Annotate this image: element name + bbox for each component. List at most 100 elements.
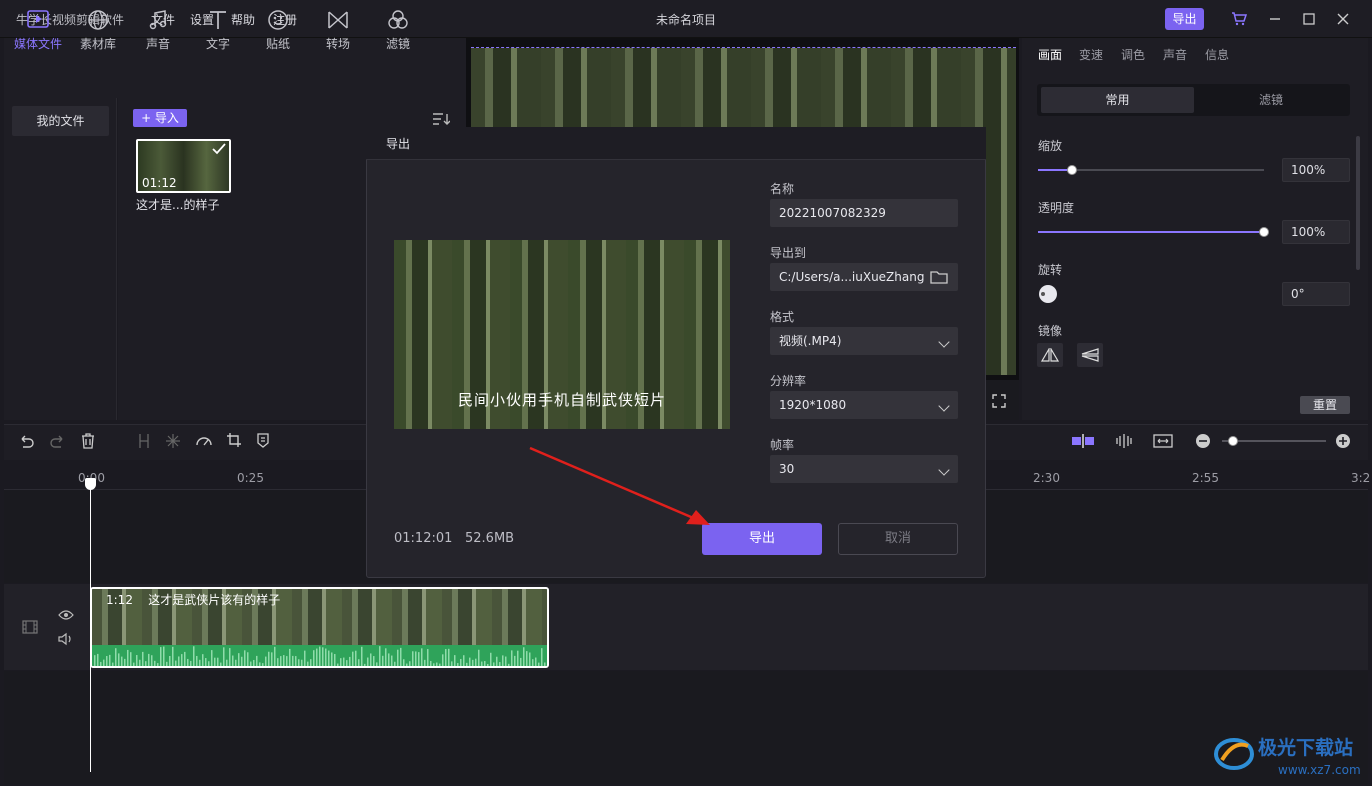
- fps-select[interactable]: 30: [770, 455, 958, 483]
- tab-speed[interactable]: 变速: [1079, 46, 1103, 63]
- volume-icon[interactable]: [58, 632, 74, 649]
- tool-audio[interactable]: 声音: [133, 9, 183, 55]
- thumbnail-name: 这才是...的样子: [136, 198, 220, 212]
- clip-duration: 1:12: [106, 593, 133, 607]
- eye-icon[interactable]: [58, 609, 74, 624]
- path-field[interactable]: C:/Users/a...iuXueZhang: [770, 263, 958, 291]
- tool-filter-label: 滤镜: [385, 37, 410, 51]
- path-value: C:/Users/a...iuXueZhang: [779, 270, 925, 284]
- dialog-title: 导出: [386, 137, 411, 151]
- preview-subtitle: 民间小伙用手机自制武侠短片: [457, 391, 666, 409]
- tool-media-label: 媒体文件: [13, 37, 62, 51]
- dialog-preview: 民间小伙用手机自制武侠短片: [394, 240, 730, 429]
- speed-icon[interactable]: [195, 432, 213, 451]
- fps-value: 30: [779, 462, 795, 476]
- svg-text:极光下载站: 极光下载站: [1258, 736, 1353, 759]
- import-button[interactable]: + 导入: [133, 109, 187, 127]
- resolution-label: 分辨率: [770, 374, 807, 388]
- tool-transition[interactable]: 转场: [313, 9, 363, 55]
- tick-label: 2:55: [1192, 471, 1219, 485]
- folder-icon[interactable]: [930, 269, 948, 284]
- rotate-dial[interactable]: [1038, 284, 1058, 307]
- export-button-top[interactable]: 导出: [1165, 8, 1204, 30]
- name-label: 名称: [770, 182, 795, 196]
- zoom-out-icon[interactable]: [1195, 433, 1211, 452]
- mirror-vertical-icon[interactable]: [1077, 343, 1103, 367]
- opacity-slider[interactable]: [1038, 227, 1269, 237]
- segment-filter[interactable]: 滤镜: [1196, 87, 1346, 113]
- filter-icon: [388, 10, 408, 29]
- resolution-value: 1920*1080: [779, 398, 847, 412]
- tool-library[interactable]: 素材库: [73, 9, 123, 55]
- tab-color[interactable]: 调色: [1121, 46, 1145, 63]
- annotation-arrow: [529, 446, 710, 525]
- snap-icon[interactable]: [1071, 433, 1095, 452]
- segment-common[interactable]: 常用: [1041, 87, 1194, 113]
- redo-icon[interactable]: [50, 433, 66, 452]
- undo-icon[interactable]: [18, 433, 34, 452]
- scale-slider[interactable]: [1038, 165, 1264, 175]
- tool-library-label: 素材库: [79, 37, 116, 51]
- delete-icon[interactable]: [80, 432, 96, 452]
- maximize-icon[interactable]: [1298, 8, 1320, 30]
- playhead[interactable]: [90, 480, 91, 772]
- panel-scrollbar[interactable]: [1356, 136, 1360, 270]
- site-watermark: 极光下载站 www.xz7.com: [1212, 730, 1362, 780]
- folder-panel: [4, 98, 117, 420]
- freeze-icon[interactable]: [165, 433, 181, 452]
- dialog-header: [366, 127, 986, 160]
- minimize-icon[interactable]: [1264, 8, 1286, 30]
- format-value: 视频(.MP4): [779, 334, 842, 348]
- text-icon: [210, 11, 226, 29]
- tool-media[interactable]: 媒体文件: [13, 9, 63, 55]
- rotate-value[interactable]: 0°: [1282, 282, 1350, 306]
- marker-icon[interactable]: [256, 432, 270, 451]
- tool-filter[interactable]: 滤镜: [373, 9, 423, 55]
- tab-audio[interactable]: 声音: [1163, 46, 1187, 63]
- my-files-item[interactable]: 我的文件: [12, 106, 109, 136]
- empty-track-lower: [4, 671, 1368, 784]
- zoom-in-icon[interactable]: [1335, 433, 1351, 452]
- cancel-button[interactable]: 取消: [838, 523, 958, 555]
- fullscreen-icon[interactable]: [992, 394, 1006, 411]
- tool-sticker[interactable]: 贴纸: [253, 9, 303, 55]
- export-size: 52.6MB: [465, 531, 515, 546]
- scale-label: 缩放: [1038, 139, 1063, 153]
- playhead-handle[interactable]: [85, 478, 96, 490]
- zoom-slider[interactable]: [1222, 436, 1326, 446]
- transition-icon: [328, 11, 348, 29]
- opacity-value[interactable]: 100%: [1282, 220, 1350, 244]
- format-select[interactable]: 视频(.MP4): [770, 327, 958, 355]
- fps-label: 帧率: [770, 438, 795, 452]
- tool-text[interactable]: 文字: [193, 9, 243, 55]
- close-icon[interactable]: [1332, 8, 1354, 30]
- cart-icon[interactable]: [1228, 8, 1250, 30]
- export-button[interactable]: 导出: [702, 523, 822, 555]
- mirror-horizontal-icon[interactable]: [1037, 343, 1063, 367]
- timeline-clip[interactable]: 1:12 这才是武侠片该有的样子: [90, 587, 549, 668]
- name-field[interactable]: 20221007082329: [770, 199, 958, 227]
- reset-button[interactable]: 重置: [1300, 396, 1350, 414]
- thumbnail-duration: 01:12: [142, 176, 177, 190]
- tick-label: 0:25: [237, 471, 264, 485]
- tab-picture[interactable]: 画面: [1038, 46, 1062, 63]
- clip-waveform: [92, 645, 547, 666]
- resolution-select[interactable]: 1920*1080: [770, 391, 958, 419]
- media-thumbnail[interactable]: 01:12: [136, 139, 231, 193]
- tick-label: 2:30: [1033, 471, 1060, 485]
- tab-info[interactable]: 信息: [1205, 46, 1229, 63]
- globe-icon: [88, 10, 108, 30]
- tool-text-label: 文字: [205, 37, 230, 51]
- rotate-label: 旋转: [1038, 263, 1063, 277]
- split-icon[interactable]: [137, 433, 151, 452]
- clip-title: 这才是武侠片该有的样子: [148, 593, 281, 607]
- mirror-label: 镜像: [1038, 324, 1063, 338]
- svg-text:www.xz7.com: www.xz7.com: [1278, 763, 1361, 777]
- scale-value[interactable]: 100%: [1282, 158, 1350, 182]
- crop-icon[interactable]: [226, 432, 242, 451]
- fit-timeline-icon[interactable]: [1153, 433, 1173, 452]
- waveform: [94, 646, 546, 666]
- tick-label: 3:2: [1351, 471, 1371, 485]
- path-label: 导出到: [770, 246, 807, 260]
- split-track-icon[interactable]: [1114, 433, 1134, 452]
